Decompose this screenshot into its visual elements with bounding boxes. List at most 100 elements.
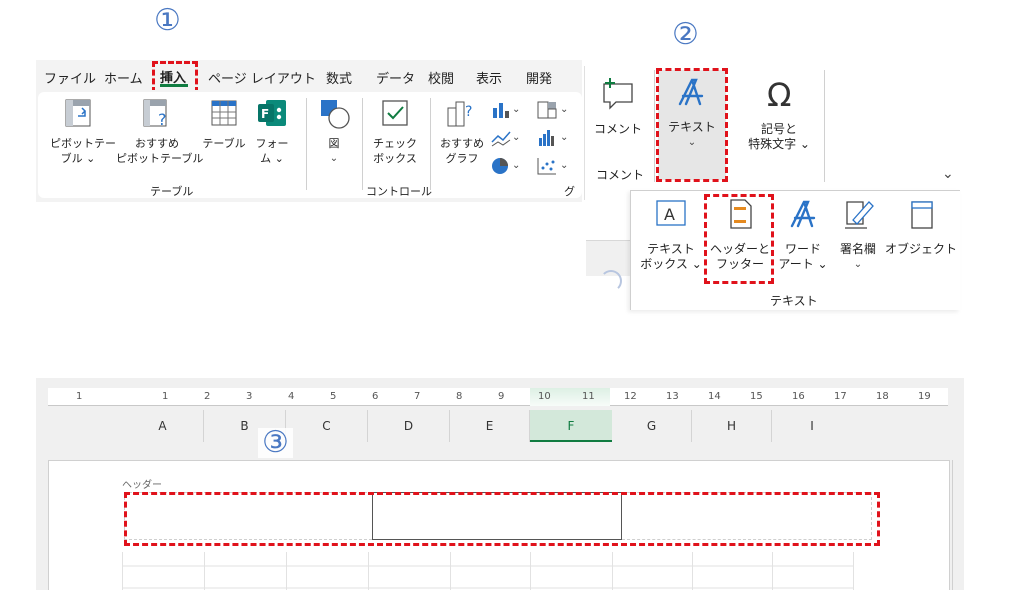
ruler-number: 2 (204, 391, 211, 402)
ribbon-collapse-chevron-icon[interactable]: ⌄ (942, 166, 954, 182)
textbox-icon: A (656, 200, 686, 226)
ruler-number: 9 (498, 391, 505, 402)
tab-file[interactable]: ファイル (44, 68, 96, 87)
scatter-chart-icon[interactable] (536, 156, 558, 176)
forms-icon: F (258, 100, 286, 126)
ruler: 1 1 2 3 4 5 6 7 8 9 10 11 12 13 14 15 16… (48, 388, 948, 406)
checkbox-label-2: ボックス (373, 152, 417, 165)
ruler-number: 10 (538, 391, 551, 402)
column-header-e[interactable]: E (450, 410, 530, 442)
comment-label: コメント (593, 122, 642, 136)
stat-chart-icon[interactable] (536, 128, 558, 148)
column-header-a[interactable]: A (122, 410, 204, 442)
tab-view[interactable]: 表示 (476, 68, 502, 87)
recommended-chart-label-2: グラフ (445, 152, 479, 165)
pie-chart-icon[interactable] (490, 156, 512, 176)
right-edge-strip (952, 460, 964, 590)
wordart-label-2: アート ⌄ (778, 257, 828, 271)
tab-review[interactable]: 校閲 (428, 68, 454, 87)
checkbox-label-1: チェック (373, 137, 417, 150)
pivot-table-icon (65, 99, 91, 127)
insert-tab-highlight (152, 61, 198, 93)
column-chart-chevron-icon: ⌄ (512, 104, 521, 115)
symbols-label-2: 特殊文字 ⌄ (748, 137, 810, 151)
step-2-marker: ② (672, 17, 699, 52)
checkbox-button[interactable]: チェック ボックス (368, 98, 422, 178)
header-area-highlight (124, 492, 880, 546)
omega-icon: Ω (767, 76, 791, 110)
comment-group-label: コメント (596, 168, 645, 182)
column-header-h[interactable]: H (692, 410, 772, 442)
ruler-number: 15 (750, 391, 763, 402)
recommended-pivot-label-2: ピボットテーブル (116, 152, 204, 165)
chart-group-label: グ (564, 185, 575, 198)
step-1-marker: ① (154, 3, 181, 38)
line-chart-icon[interactable] (490, 128, 512, 148)
recommended-pivot-button[interactable]: ? おすすめ ピボットテーブル (116, 98, 204, 178)
recommended-pivot-icon: ? (143, 99, 167, 128)
ruler-number: 18 (876, 391, 889, 402)
background-step-fragment (600, 270, 622, 292)
column-header-c[interactable]: C (286, 410, 368, 442)
group-divider-2 (362, 98, 363, 190)
pivot-table-label-2: ブル ⌄ (60, 152, 96, 165)
object-button[interactable]: オブジェクト (884, 198, 958, 284)
wordart-button[interactable]: ワード アート ⌄ (776, 198, 830, 284)
object-icon (911, 201, 933, 229)
tab-developer[interactable]: 開発 (526, 68, 552, 87)
ruler-number: 6 (372, 391, 379, 402)
signature-line-icon (845, 201, 874, 229)
tab-home[interactable]: ホーム (104, 68, 143, 87)
ruler-number: 13 (666, 391, 679, 402)
form-button[interactable]: F フォー ム ⌄ (250, 98, 294, 178)
svg-text:?: ? (465, 104, 472, 120)
table-button[interactable]: テーブル (200, 98, 248, 178)
pivot-table-button[interactable]: ピボットテー ブル ⌄ (50, 98, 116, 178)
group-divider-4 (654, 70, 655, 182)
hierarchy-chart-icon[interactable] (536, 100, 558, 120)
signature-label-1: 署名欄 (839, 242, 876, 256)
control-group-label: コントロール (366, 185, 432, 198)
textbox-label-2: ボックス ⌄ (640, 257, 702, 271)
tab-data[interactable]: データ (376, 68, 415, 87)
step-3-marker: ③ (258, 428, 293, 458)
pie-chart-chevron-icon: ⌄ (512, 160, 521, 171)
group-divider-3 (430, 98, 431, 190)
column-header-f[interactable]: F (530, 410, 612, 442)
column-header-g[interactable]: G (612, 410, 692, 442)
form-label-2: ム ⌄ (260, 152, 284, 165)
wordart-label-1: ワード (784, 242, 821, 256)
text-button-highlight (656, 68, 728, 182)
column-header-d[interactable]: D (368, 410, 450, 442)
column-header-i[interactable]: I (772, 410, 852, 442)
form-label-1: フォー (255, 137, 289, 150)
recommended-chart-button[interactable]: ? おすすめ グラフ (434, 98, 490, 178)
ruler-number: 4 (288, 391, 295, 402)
insert-panel-divider (584, 66, 585, 200)
ruler-number: 11 (582, 391, 595, 402)
textbox-button[interactable]: A テキスト ボックス ⌄ (636, 198, 706, 284)
ruler-number: 1 (76, 391, 83, 402)
tab-page-layout[interactable]: ページ レイアウト (208, 68, 316, 87)
column-header-row: A B C D E F G H I (122, 410, 852, 442)
ruler-number: 12 (624, 391, 637, 402)
recommended-chart-icon: ? (447, 101, 472, 127)
recommended-chart-label-1: おすすめ (440, 137, 484, 150)
column-chart-icon[interactable] (490, 100, 512, 120)
svg-text:?: ? (158, 110, 167, 128)
text-dropdown-group-label: テキスト (770, 294, 818, 308)
symbols-button[interactable]: Ω 記号と 特殊文字 ⌄ (736, 76, 822, 166)
svg-text:F: F (261, 107, 269, 121)
comment-button[interactable]: コメント (588, 76, 648, 146)
hierarchy-chart-chevron-icon: ⌄ (560, 104, 569, 115)
ruler-number: 19 (918, 391, 931, 402)
header-footer-highlight (704, 194, 774, 284)
cell-grid (122, 552, 854, 590)
tab-formulas[interactable]: 数式 (326, 68, 352, 87)
shapes-icon (321, 100, 350, 129)
figure-button[interactable]: 図 ⌄ (314, 98, 354, 178)
table-group-label: テーブル (150, 185, 194, 198)
signature-button[interactable]: 署名欄 ⌄ (832, 198, 884, 284)
stat-chart-chevron-icon: ⌄ (560, 132, 569, 143)
new-comment-icon (603, 78, 633, 110)
